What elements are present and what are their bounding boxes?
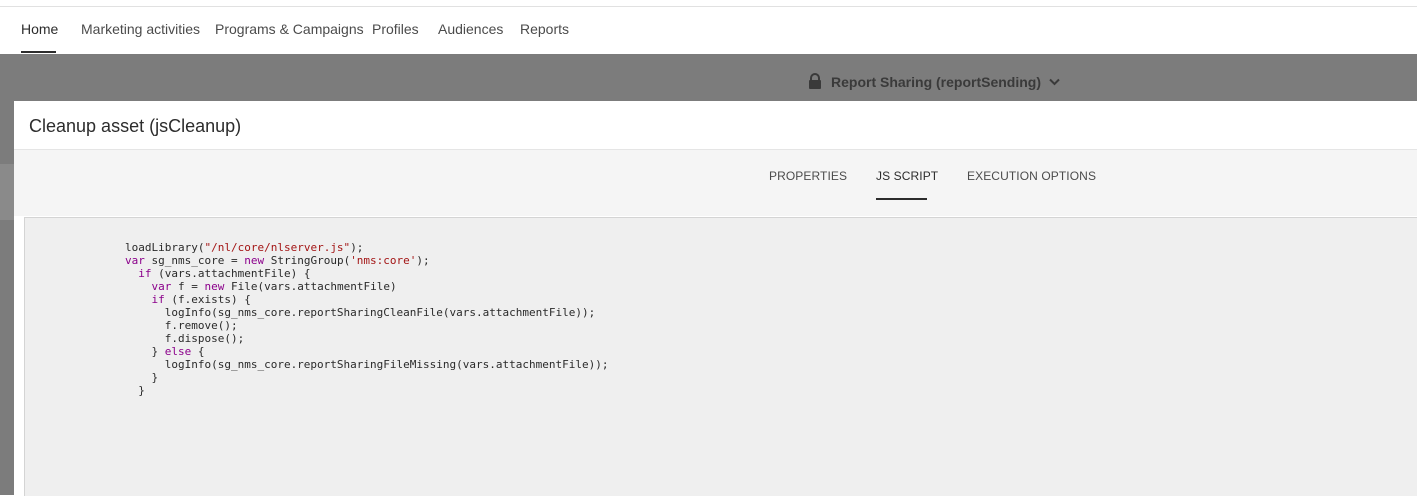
code-token: else: [164, 345, 192, 358]
code-line: var sg_nms_core = new StringGroup('nms:c…: [125, 254, 608, 267]
code-token: new: [244, 254, 265, 267]
top-strip: [0, 0, 1417, 7]
workspace-title-label: Report Sharing (reportSending): [831, 73, 1041, 90]
js-script-code[interactable]: loadLibrary("/nl/core/nlserver.js"); var …: [125, 241, 608, 397]
code-token: f.dispose();: [125, 332, 245, 345]
code-line: loadLibrary("/nl/core/nlserver.js");: [125, 241, 608, 254]
code-token: sg_nms_core =: [144, 254, 245, 267]
code-line: if (f.exists) {: [125, 293, 608, 306]
code-token: var: [151, 280, 172, 293]
nav-item-profiles[interactable]: Profiles: [372, 21, 419, 37]
tab-active-indicator: [876, 198, 927, 200]
code-token: (f.exists) {: [164, 293, 251, 306]
code-token: {: [191, 345, 205, 358]
code-line: logInfo(sg_nms_core.reportSharingCleanFi…: [125, 306, 608, 319]
tab-js-script[interactable]: JS SCRIPT: [876, 169, 938, 183]
code-token: if: [151, 293, 165, 306]
code-line: f.dispose();: [125, 332, 608, 345]
code-token: f.remove();: [125, 319, 238, 332]
modal-tab-bar: PROPERTIES JS SCRIPT EXECUTION OPTIONS: [14, 150, 1417, 216]
nav-item-marketing-activities[interactable]: Marketing activities: [81, 21, 200, 37]
cleanup-asset-modal: Cleanup asset (jsCleanup) PROPERTIES JS …: [14, 101, 1417, 496]
modal-title: Cleanup asset (jsCleanup): [29, 116, 242, 136]
code-token: 'nms:core': [350, 254, 417, 267]
code-token: }: [125, 345, 165, 358]
code-token: f =: [171, 280, 205, 293]
tab-properties[interactable]: PROPERTIES: [769, 169, 847, 183]
code-line: }: [125, 384, 608, 397]
workspace-title-dropdown[interactable]: Report Sharing (reportSending): [807, 73, 1060, 90]
code-token: );: [350, 241, 364, 254]
code-line: var f = new File(vars.attachmentFile): [125, 280, 608, 293]
chevron-down-icon: [1049, 78, 1060, 86]
backdrop-panel-edge: [0, 164, 14, 220]
code-line: }: [125, 371, 608, 384]
code-token: );: [416, 254, 430, 267]
modal-header: Cleanup asset (jsCleanup): [14, 101, 1417, 150]
code-token: (vars.attachmentFile) {: [151, 267, 311, 280]
code-token: }: [125, 371, 159, 384]
code-token: File(vars.attachmentFile): [224, 280, 397, 293]
code-token: if: [138, 267, 152, 280]
js-script-editor[interactable]: loadLibrary("/nl/core/nlserver.js"); var …: [24, 217, 1417, 496]
code-token: new: [204, 280, 225, 293]
code-line: if (vars.attachmentFile) {: [125, 267, 608, 280]
nav-item-programs-campaigns[interactable]: Programs & Campaigns: [215, 21, 364, 37]
code-token: var: [125, 254, 145, 267]
code-line: } else {: [125, 345, 608, 358]
code-token: logInfo(sg_nms_core.reportSharingCleanFi…: [125, 306, 596, 319]
nav-active-indicator: [21, 51, 56, 53]
code-token: StringGroup(: [264, 254, 351, 267]
code-token: }: [125, 384, 145, 397]
tab-execution-options[interactable]: EXECUTION OPTIONS: [967, 169, 1096, 183]
nav-item-reports[interactable]: Reports: [520, 21, 569, 37]
nav-item-audiences[interactable]: Audiences: [438, 21, 503, 37]
lock-icon: [807, 73, 823, 90]
code-token: logInfo(sg_nms_core.reportSharingFileMis…: [125, 358, 609, 371]
top-navigation: Home Marketing activities Programs & Cam…: [0, 7, 1417, 54]
code-line: f.remove();: [125, 319, 608, 332]
code-token: loadLibrary(: [125, 241, 205, 254]
code-token: "/nl/core/nlserver.js": [204, 241, 351, 254]
code-line: logInfo(sg_nms_core.reportSharingFileMis…: [125, 358, 609, 371]
nav-item-home[interactable]: Home: [21, 21, 58, 37]
